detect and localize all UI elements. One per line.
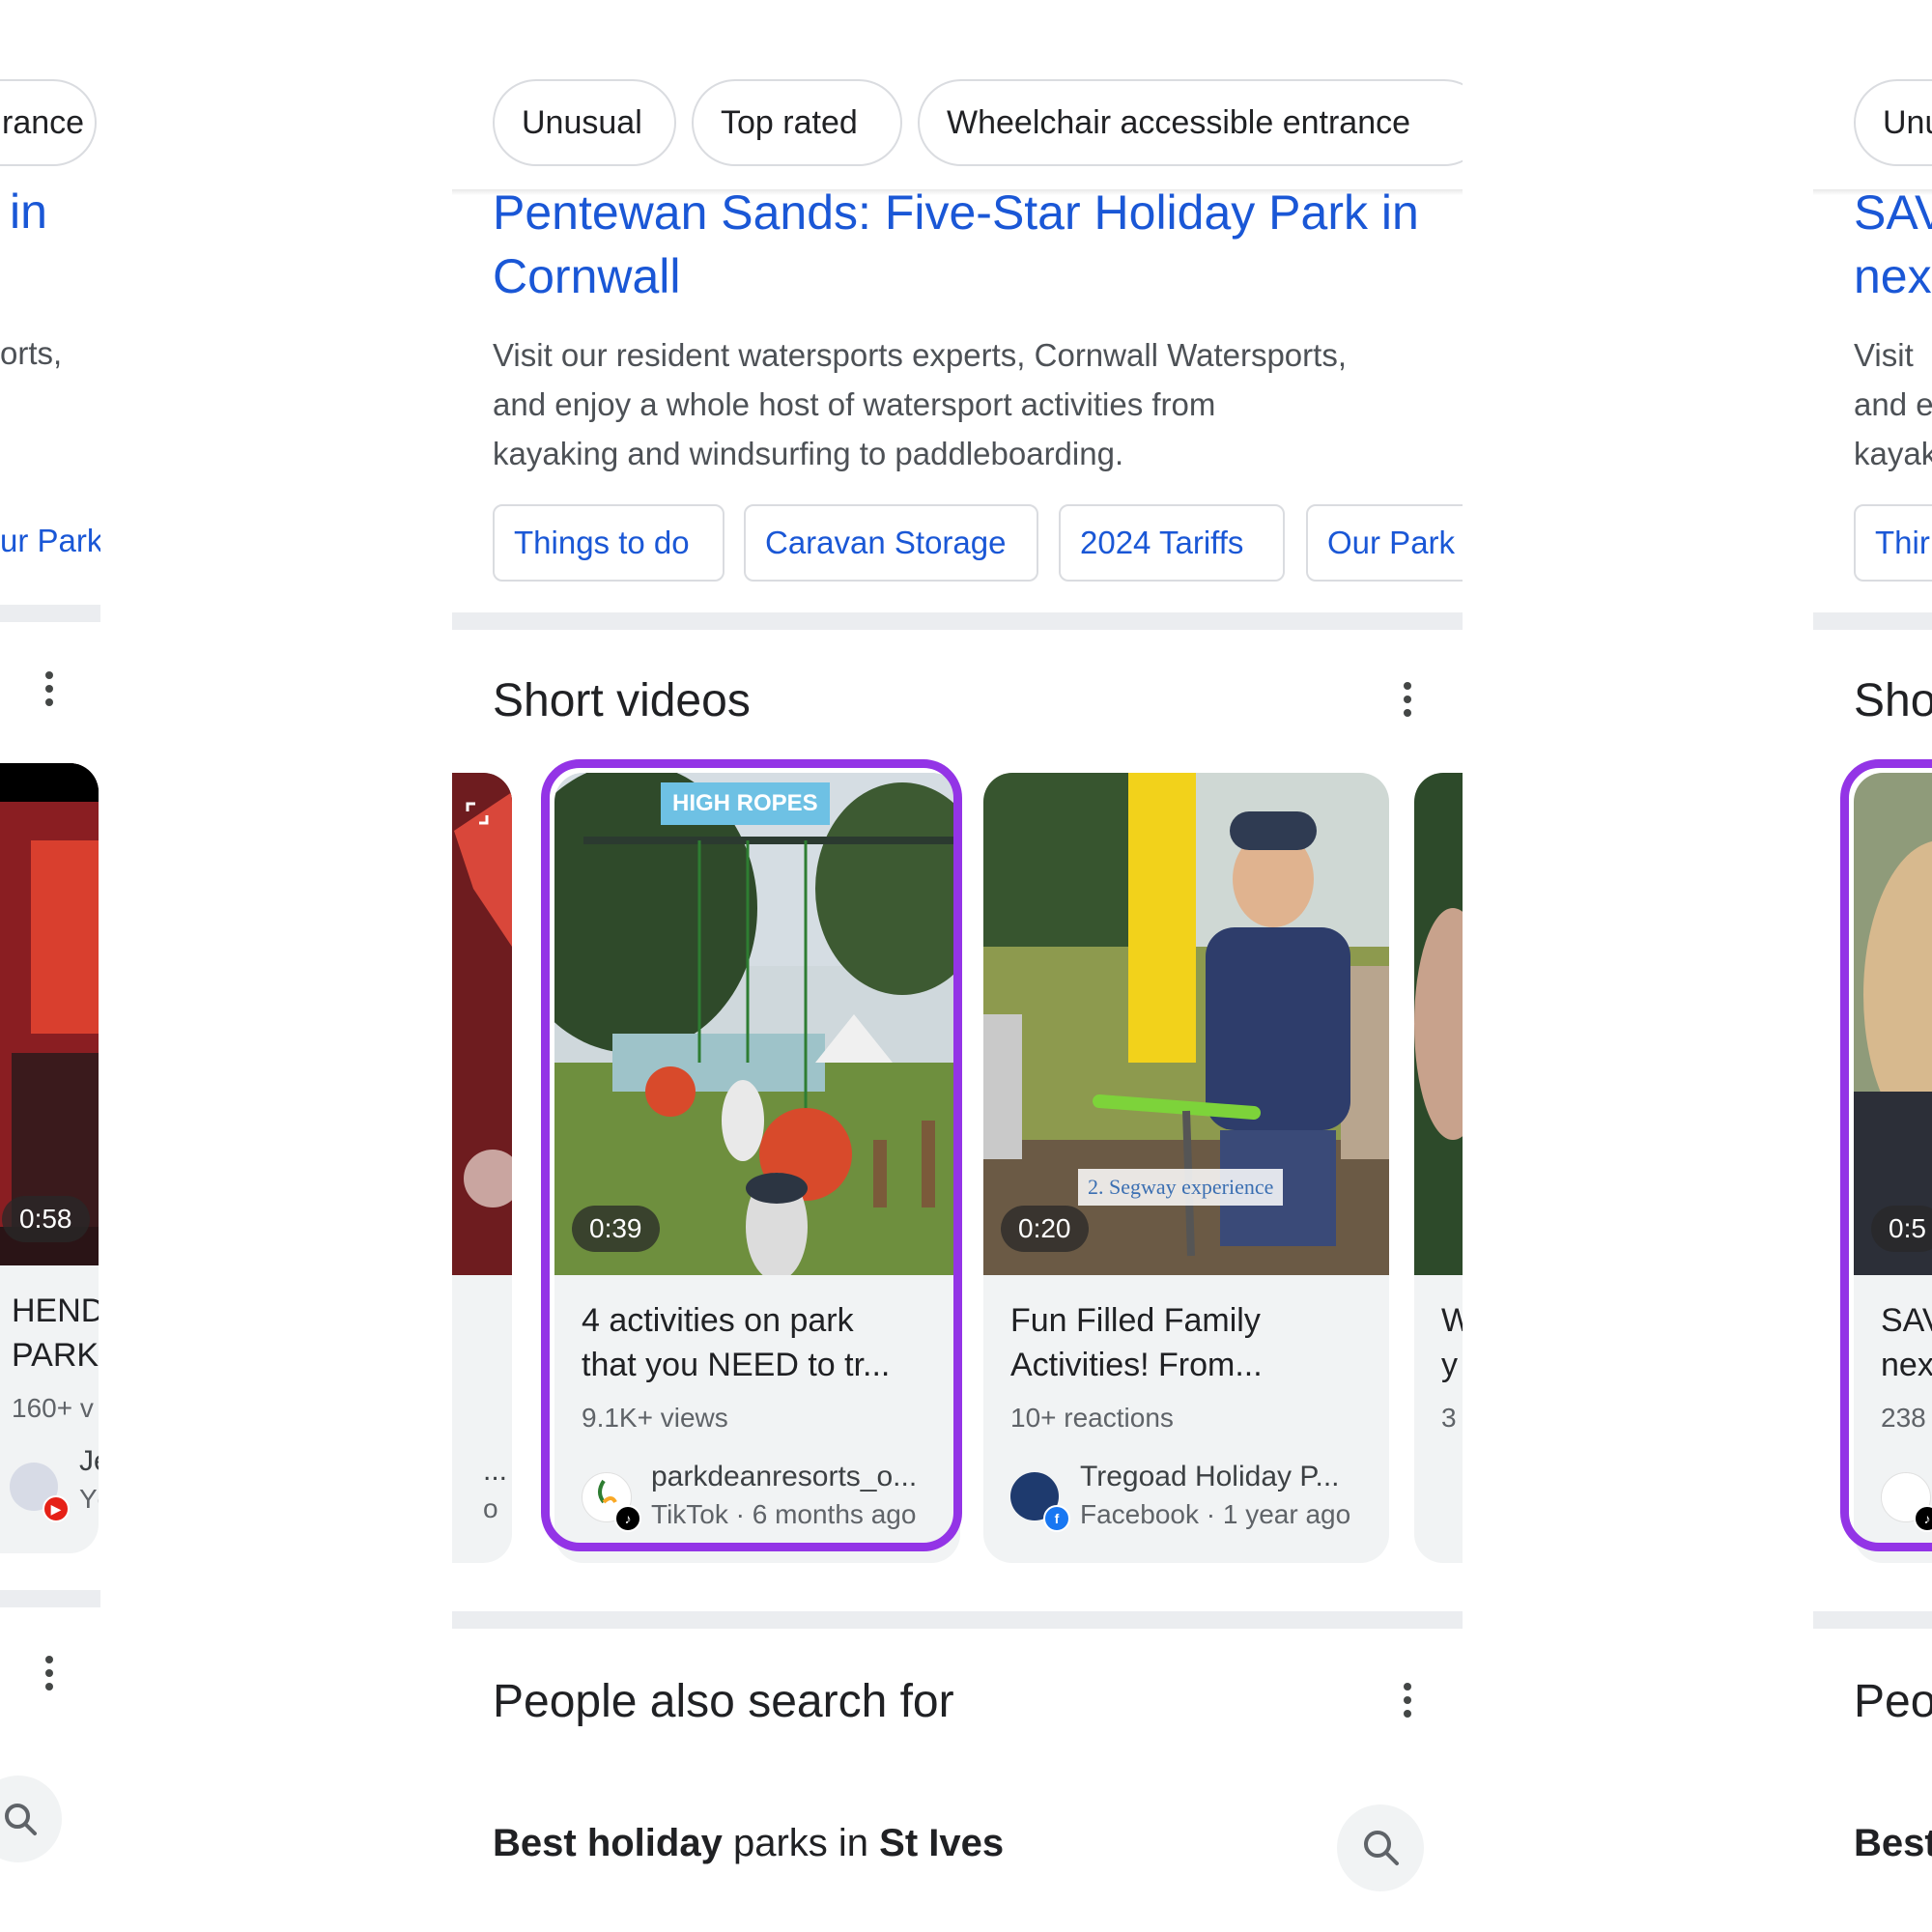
highlight-outline [1840, 759, 1932, 1551]
search-icon [1364, 1831, 1399, 1865]
related-search-button[interactable] [1337, 1804, 1424, 1891]
video-source-partial: ... [483, 1455, 508, 1487]
thumbnail-image [554, 773, 960, 1275]
center-panel: Unusual Top rated Wheelchair accessible … [452, 0, 1463, 1932]
result-title[interactable]: Pentewan Sands: Five-Star Holiday Park i… [493, 181, 1439, 308]
video-source: Tregoad Holiday P... [1080, 1461, 1340, 1492]
thumbnail-label: HIGH ROPES [661, 782, 830, 825]
section-divider [1813, 612, 1932, 630]
video-duration: 0:58 [2, 1196, 90, 1242]
expand-icon[interactable] [466, 802, 489, 825]
sitelink-partial[interactable]: ur Park [0, 504, 100, 582]
video-card-partial[interactable]: 0:58 HEND PARK 160+ v ▶ Je Yc [0, 763, 99, 1553]
thumbnail-caption: 2. Segway experience [1078, 1169, 1284, 1206]
related-search-partial[interactable]: Best [1854, 1822, 1932, 1865]
video-thumbnail: HIGH ROPES 0:39 [554, 773, 960, 1275]
section-divider [452, 1611, 1463, 1629]
video-card-segway[interactable]: 2. Segway experience 0:20 Fun Filled Fam… [983, 773, 1389, 1563]
filter-chip-top-rated[interactable]: Top rated [692, 79, 902, 166]
video-source-partial: Je [79, 1445, 99, 1477]
section-divider [0, 605, 100, 622]
thumbnail-image [1414, 773, 1463, 1275]
video-thumbnail [452, 773, 512, 1275]
video-reactions: 10+ reactions [1010, 1403, 1174, 1433]
short-videos-more-icon[interactable] [1404, 682, 1411, 723]
filter-chip-wheelchair[interactable]: Wheelchair accessible entrance [918, 79, 1463, 166]
section-divider [1813, 1611, 1932, 1629]
sitelink-caravan-storage[interactable]: Caravan Storage [744, 504, 1038, 582]
video-card-high-ropes[interactable]: HIGH ROPES 0:39 4 activities on park tha… [554, 773, 960, 1563]
filter-chip-unusual[interactable]: Unusual [493, 79, 676, 166]
more-options-icon[interactable] [45, 671, 53, 712]
video-views: 9.1K+ views [582, 1403, 728, 1433]
left-panel: rance in orts, ur Park 0:58 HEND PARK 16… [0, 0, 100, 1932]
thumbnail-image [452, 773, 512, 1275]
video-card-previous[interactable]: ... o [452, 773, 512, 1563]
video-source: parkdeanresorts_o... [651, 1461, 918, 1492]
sitelink-2024-tariffs[interactable]: 2024 Tariffs [1059, 504, 1285, 582]
result-snippet: Visit our resident watersports experts, … [493, 337, 1347, 471]
result-snippet-partial: orts, [0, 335, 63, 371]
video-meta-partial: 3 [1441, 1403, 1457, 1433]
video-title: Fun Filled Family Activities! From... [1010, 1302, 1263, 1383]
sitelink-things-to-do[interactable]: Things to do [493, 504, 724, 582]
right-panel: Unu SAV nex Visit and e kayak Thir Sho 0… [1813, 0, 1932, 1932]
video-title-partial: W y [1441, 1302, 1463, 1383]
filter-chip-partial[interactable]: rance [0, 79, 97, 166]
video-platform: TikTok · 6 months ago [651, 1499, 917, 1529]
section-divider [452, 612, 1463, 630]
youtube-icon: ▶ [43, 1495, 70, 1522]
result-title-partial[interactable]: SAV nex [1854, 181, 1932, 308]
tiktok-icon: ♪ [614, 1505, 641, 1532]
video-meta-partial: 160+ v [12, 1393, 94, 1423]
people-also-search-more-icon[interactable] [1404, 1683, 1411, 1723]
sitelink-partial[interactable]: Thir [1854, 504, 1932, 582]
video-platform: Facebook · 1 year ago [1080, 1499, 1351, 1529]
video-duration: 0:39 [572, 1206, 660, 1252]
thumbnail-image [0, 763, 99, 1265]
result-snippet-partial: Visit and e kayak [1854, 337, 1932, 471]
people-also-search-heading: People also search for [493, 1676, 954, 1727]
video-card-next[interactable]: W y 3 [1414, 773, 1463, 1563]
section-divider [0, 1590, 100, 1607]
video-title-partial: HEND PARK [12, 1293, 99, 1374]
facebook-icon: f [1043, 1505, 1070, 1532]
video-thumbnail [1414, 773, 1463, 1275]
short-videos-heading: Short videos [493, 675, 751, 726]
video-duration: 0:20 [1001, 1206, 1089, 1252]
video-platform-partial: Yc [79, 1484, 99, 1514]
video-platform-partial: o [483, 1493, 498, 1523]
search-button-partial[interactable] [0, 1776, 62, 1862]
more-options-icon[interactable] [45, 1656, 53, 1696]
video-thumbnail: 0:58 [0, 763, 99, 1265]
video-title: 4 activities on park that you NEED to tr… [582, 1302, 891, 1383]
people-also-search-heading-partial: Peo [1854, 1676, 1932, 1727]
video-thumbnail: 2. Segway experience 0:20 [983, 773, 1389, 1275]
sitelink-our-park[interactable]: Our Park [1306, 504, 1463, 582]
search-icon [5, 1804, 37, 1835]
related-search-item[interactable]: Best holiday parks in St Ives [493, 1822, 1004, 1865]
filter-chip-partial[interactable]: Unu [1854, 79, 1932, 166]
result-title-partial[interactable]: in [10, 180, 47, 243]
short-videos-heading-partial: Sho [1854, 675, 1932, 726]
